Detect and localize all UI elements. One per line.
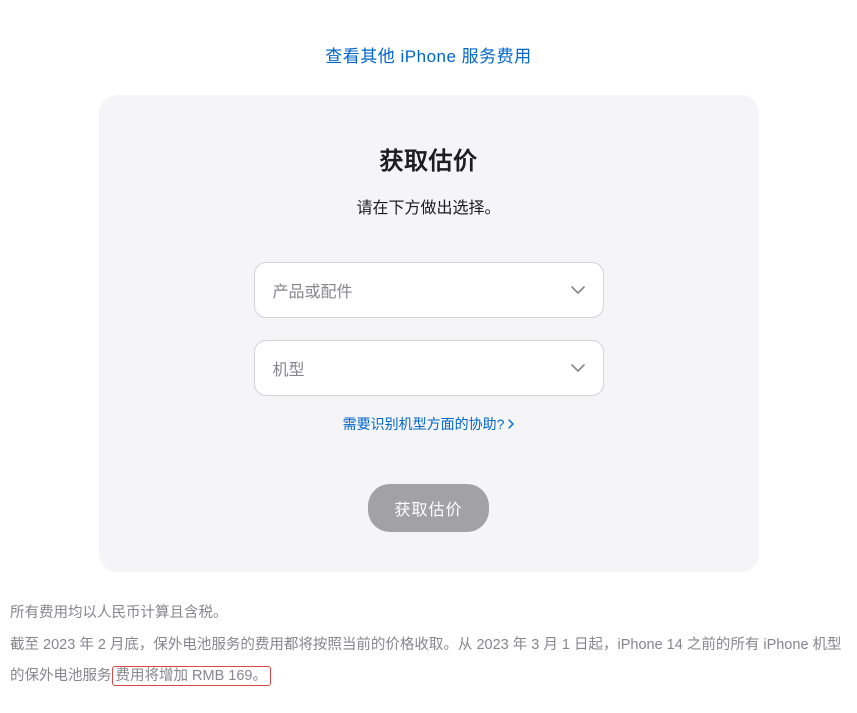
- other-services-link[interactable]: 查看其他 iPhone 服务费用: [325, 47, 531, 66]
- card-subtitle: 请在下方做出选择。: [356, 194, 500, 218]
- product-select[interactable]: 产品或配件: [254, 262, 604, 318]
- model-help-link[interactable]: 需要识别机型方面的协助?: [343, 414, 515, 434]
- product-select-placeholder: 产品或配件: [273, 278, 353, 302]
- chevron-down-icon: [571, 364, 585, 372]
- chevron-down-icon: [571, 286, 585, 294]
- footer-line-2: 截至 2023 年 2 月底，保外电池服务的费用都将按照当前的价格收取。从 20…: [10, 630, 847, 691]
- top-link-container: 查看其他 iPhone 服务费用: [0, 0, 857, 95]
- model-help-link-label: 需要识别机型方面的协助?: [343, 414, 505, 434]
- card-title: 获取估价: [380, 141, 478, 176]
- footer: 所有费用均以人民币计算且含税。 截至 2023 年 2 月底，保外电池服务的费用…: [0, 572, 857, 713]
- footer-line-1: 所有费用均以人民币计算且含税。: [10, 598, 847, 628]
- price-increase-highlight: 费用将增加 RMB 169。: [112, 666, 271, 686]
- chevron-right-icon: [508, 419, 514, 429]
- estimate-card: 获取估价 请在下方做出选择。 产品或配件 机型 需要识别机型方面的协助? 获取估…: [99, 95, 759, 572]
- model-select[interactable]: 机型: [254, 340, 604, 396]
- model-select-placeholder: 机型: [273, 356, 305, 380]
- get-estimate-button[interactable]: 获取估价: [368, 484, 488, 532]
